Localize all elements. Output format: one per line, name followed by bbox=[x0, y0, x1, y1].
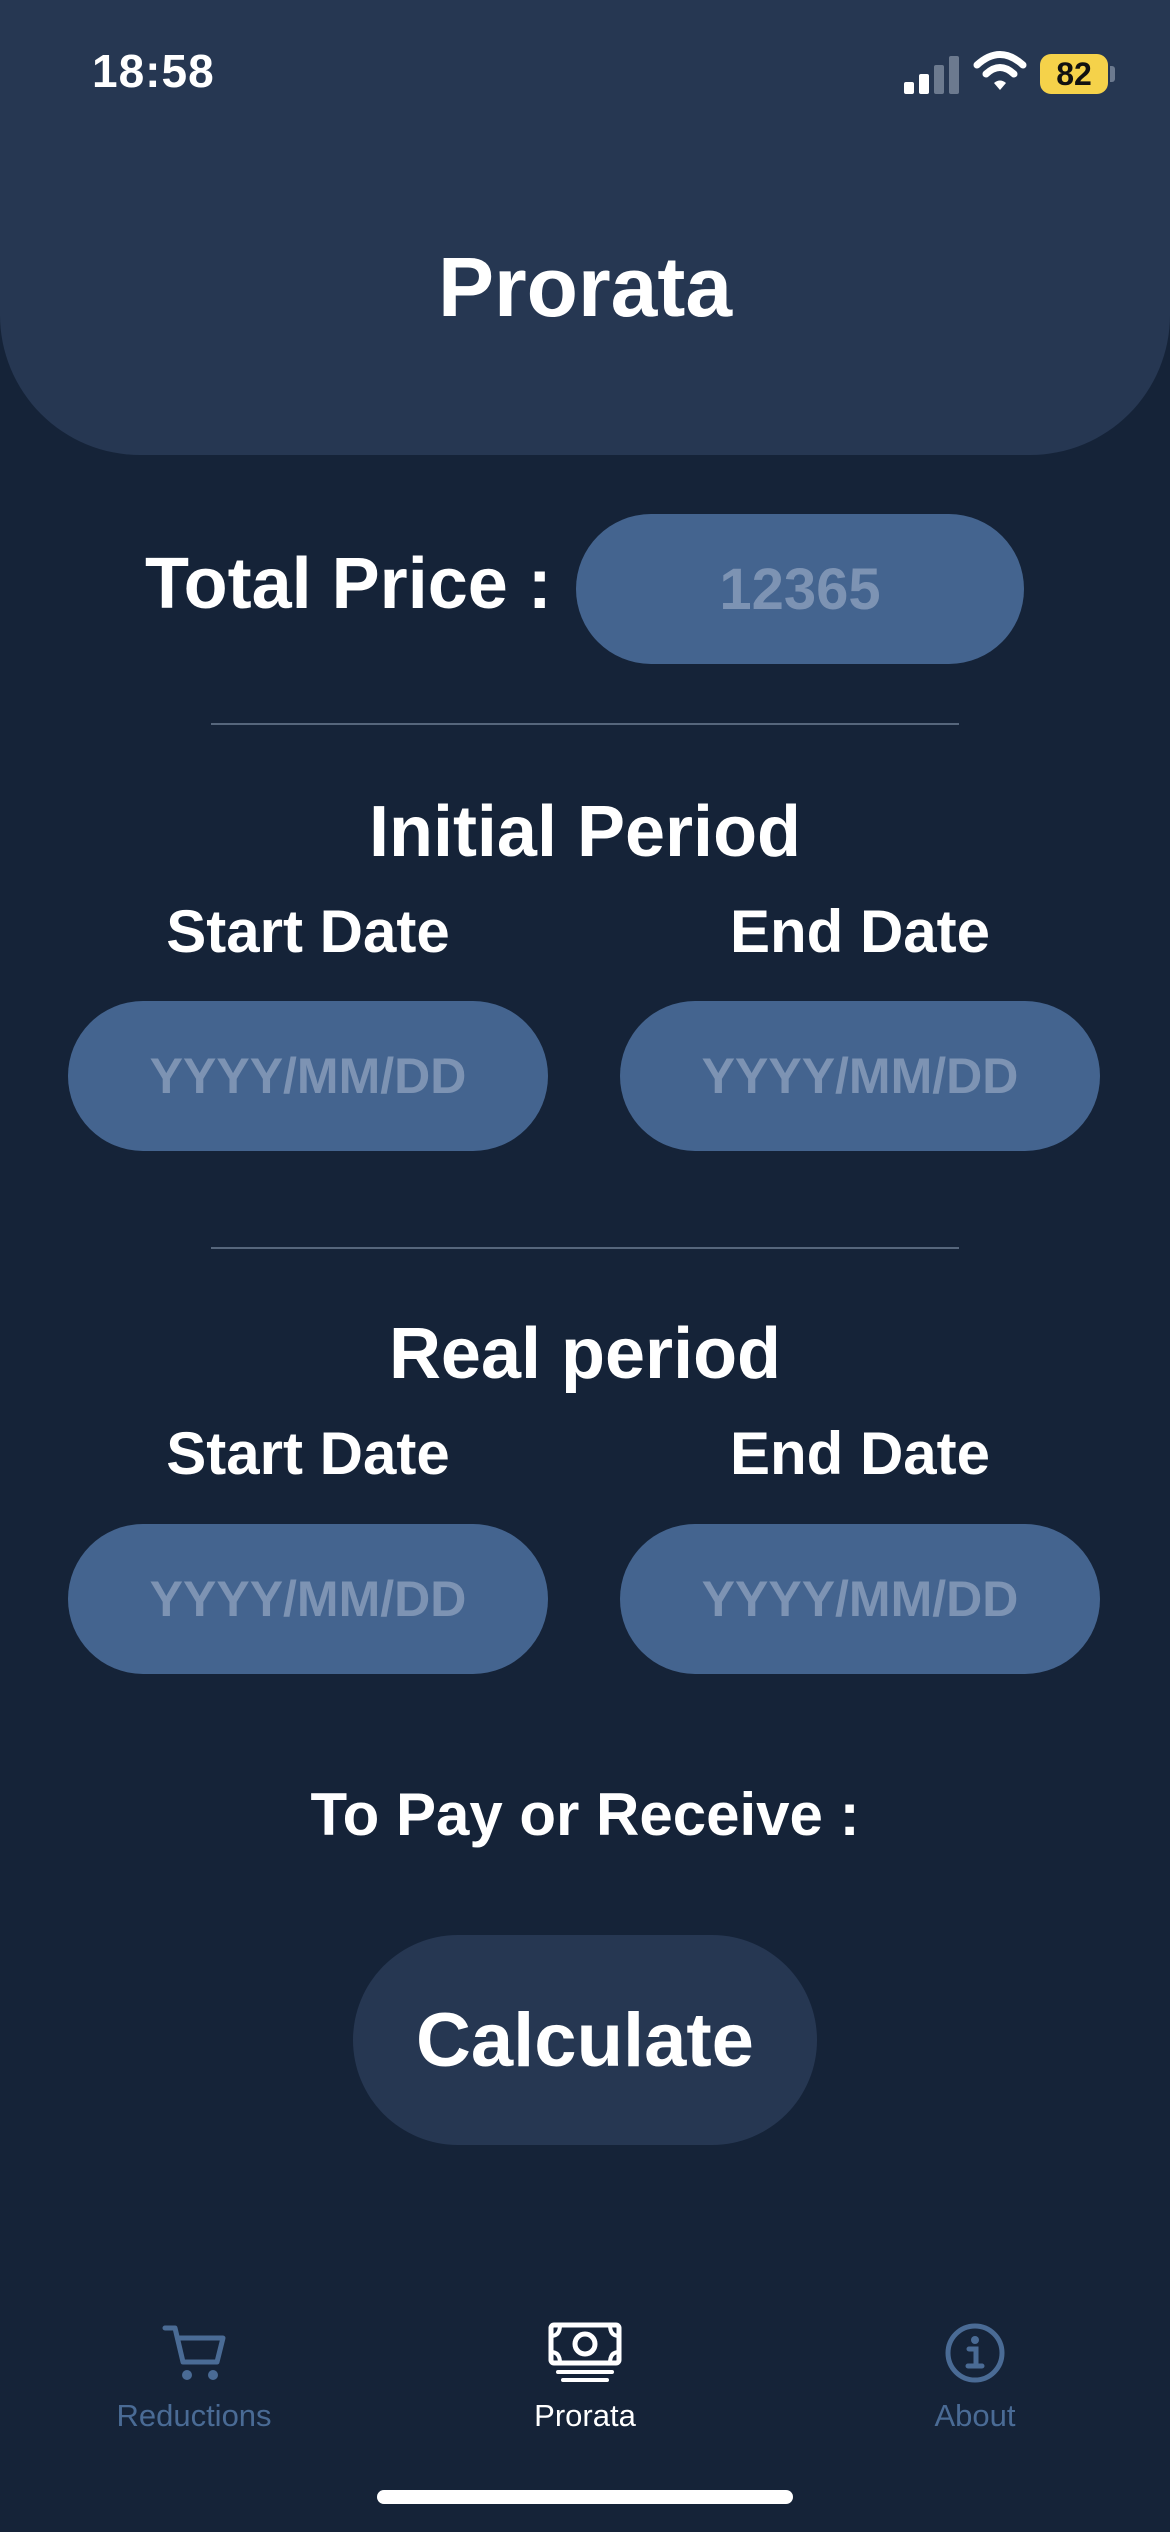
divider bbox=[211, 723, 959, 725]
tab-label: Prorata bbox=[534, 2398, 636, 2433]
tab-prorata[interactable]: Prorata bbox=[435, 2300, 735, 2450]
status-bar: 18:58 82 bbox=[0, 0, 1170, 140]
tab-label: About bbox=[934, 2398, 1016, 2433]
initial-period-title: Initial Period bbox=[368, 792, 802, 872]
real-start-date-label: Start Date bbox=[166, 1420, 450, 1487]
banknote-icon bbox=[548, 2322, 622, 2382]
pay-or-receive-label: To Pay or Receive : bbox=[310, 1781, 860, 1848]
header: 18:58 82 Prorata bbox=[0, 0, 1170, 455]
home-indicator bbox=[377, 2490, 793, 2504]
divider bbox=[211, 1247, 959, 1249]
tab-label: Reductions bbox=[116, 2398, 272, 2433]
total-price-label: Total Price : bbox=[145, 544, 552, 624]
battery-indicator: 82 bbox=[1040, 54, 1108, 94]
tab-bar: Reductions Prorata About bbox=[0, 2300, 1170, 2450]
cellular-signal-icon bbox=[904, 56, 959, 94]
real-end-date-input[interactable] bbox=[620, 1524, 1100, 1674]
initial-start-date-input[interactable] bbox=[68, 1001, 548, 1151]
initial-end-date-input[interactable] bbox=[620, 1001, 1100, 1151]
real-start-date-input[interactable] bbox=[68, 1524, 548, 1674]
calculate-button[interactable]: Calculate bbox=[353, 1935, 817, 2145]
initial-end-date-label: End Date bbox=[729, 898, 991, 965]
page-title: Prorata bbox=[437, 240, 733, 334]
real-end-date-label: End Date bbox=[729, 1420, 991, 1487]
cart-icon bbox=[162, 2325, 226, 2380]
tab-about[interactable]: About bbox=[825, 2300, 1125, 2450]
prorata-screen: 18:58 82 Prorata Total Price : Initial P… bbox=[0, 0, 1170, 2532]
battery-tip bbox=[1110, 66, 1115, 82]
wifi-icon bbox=[973, 51, 1027, 90]
tab-reductions[interactable]: Reductions bbox=[44, 2300, 344, 2450]
info-icon bbox=[945, 2323, 1005, 2383]
initial-start-date-label: Start Date bbox=[166, 898, 450, 965]
real-period-title: Real period bbox=[388, 1314, 782, 1394]
battery-level: 82 bbox=[1056, 55, 1092, 92]
total-price-input[interactable] bbox=[576, 514, 1024, 664]
status-time: 18:58 bbox=[92, 45, 215, 97]
